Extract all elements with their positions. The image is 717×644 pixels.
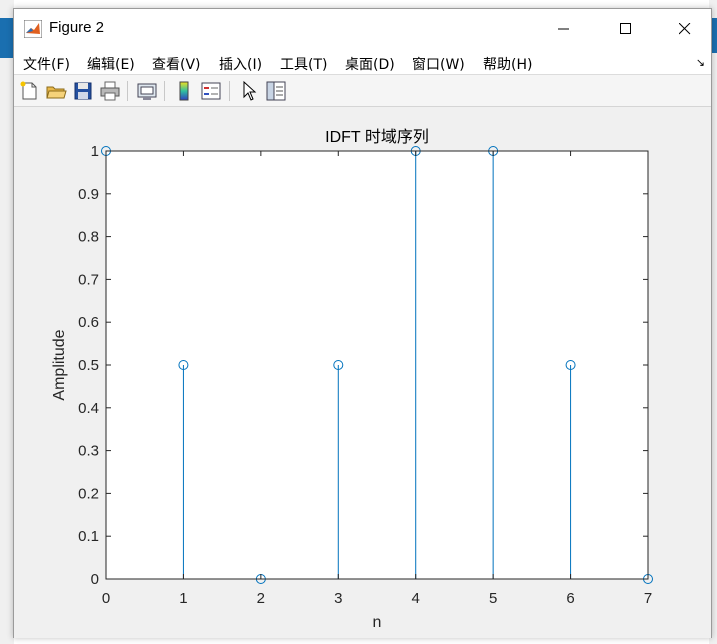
colorbar-icon[interactable]	[173, 80, 195, 102]
y-tick-label: 1	[91, 143, 99, 160]
menu-insert[interactable]: 插入(I)	[219, 54, 262, 74]
print-icon[interactable]	[99, 80, 121, 102]
menu-desktop[interactable]: 桌面(D)	[345, 54, 395, 74]
edit-plot-arrow-icon[interactable]	[238, 80, 260, 102]
y-tick-label: 0.2	[78, 485, 99, 502]
toolbar	[14, 75, 711, 107]
figure-window: Figure 2 文件(F) 编辑(E) 查看(V) 插入(I) 工具(T) 桌…	[13, 8, 712, 638]
link-icon[interactable]	[136, 80, 158, 102]
x-tick-label: 4	[412, 590, 420, 607]
close-icon	[679, 23, 691, 35]
dock-arrow-icon[interactable]: ↘	[696, 56, 705, 69]
x-tick-label: 5	[489, 590, 497, 607]
window-title: Figure 2	[49, 19, 105, 36]
y-tick-label: 0.5	[78, 357, 99, 374]
y-tick-label: 0	[91, 571, 99, 588]
x-tick-label: 3	[334, 590, 342, 607]
minimize-button[interactable]	[541, 9, 587, 49]
y-tick-label: 0.6	[78, 314, 99, 331]
background-left-strip	[0, 0, 14, 644]
title-bar[interactable]: Figure 2	[14, 9, 711, 49]
legend-icon[interactable]	[200, 80, 222, 102]
menu-view[interactable]: 查看(V)	[152, 54, 201, 74]
menu-help[interactable]: 帮助(H)	[483, 54, 532, 74]
menu-edit[interactable]: 编辑(E)	[87, 54, 135, 74]
chart-title: IDFT 时域序列	[325, 128, 429, 146]
x-axis-label: n	[373, 614, 382, 631]
x-tick-label: 6	[566, 590, 574, 607]
menu-file[interactable]: 文件(F)	[23, 54, 70, 74]
figure-canvas: 0 1 2 3 4 5 6 7 0 0.1 0.2 0.3 0.4 0.5 0.6 0.7 0.8 0.9 1 ID…	[14, 107, 711, 638]
x-tick-label: 1	[179, 590, 187, 607]
y-tick-label: 0.4	[78, 400, 99, 417]
y-tick-label: 0.3	[78, 443, 99, 460]
toolbar-separator	[229, 81, 230, 101]
matlab-logo-icon	[24, 20, 42, 38]
menu-tools[interactable]: 工具(T)	[280, 54, 327, 74]
new-figure-icon[interactable]	[18, 80, 40, 102]
minimize-icon	[558, 28, 569, 30]
x-tick-label: 2	[257, 590, 265, 607]
menu-window[interactable]: 窗口(W)	[412, 54, 465, 74]
x-tick-label: 0	[102, 590, 110, 607]
stem-chart[interactable]: 0 1 2 3 4 5 6 7 0 0.1 0.2 0.3 0.4 0.5 0.6 0.7 0.8 0.9 1 ID…	[14, 107, 711, 638]
save-icon[interactable]	[72, 80, 94, 102]
toolbar-separator	[127, 81, 128, 101]
axes-background	[106, 151, 648, 579]
maximize-icon	[620, 23, 631, 34]
background-left-accent	[0, 18, 14, 58]
property-inspector-icon[interactable]	[265, 80, 287, 102]
toolbar-separator	[164, 81, 165, 101]
x-tick-label: 7	[644, 590, 652, 607]
open-file-icon[interactable]	[45, 80, 67, 102]
close-button[interactable]	[662, 9, 708, 49]
menu-bar: 文件(F) 编辑(E) 查看(V) 插入(I) 工具(T) 桌面(D) 窗口(W…	[14, 49, 711, 75]
y-tick-label: 0.7	[78, 271, 99, 288]
y-axis-label: Amplitude	[51, 329, 68, 400]
y-tick-label: 0.8	[78, 229, 99, 246]
y-tick-label: 0.9	[78, 186, 99, 203]
maximize-button[interactable]	[603, 9, 649, 49]
y-tick-label: 0.1	[78, 528, 99, 545]
